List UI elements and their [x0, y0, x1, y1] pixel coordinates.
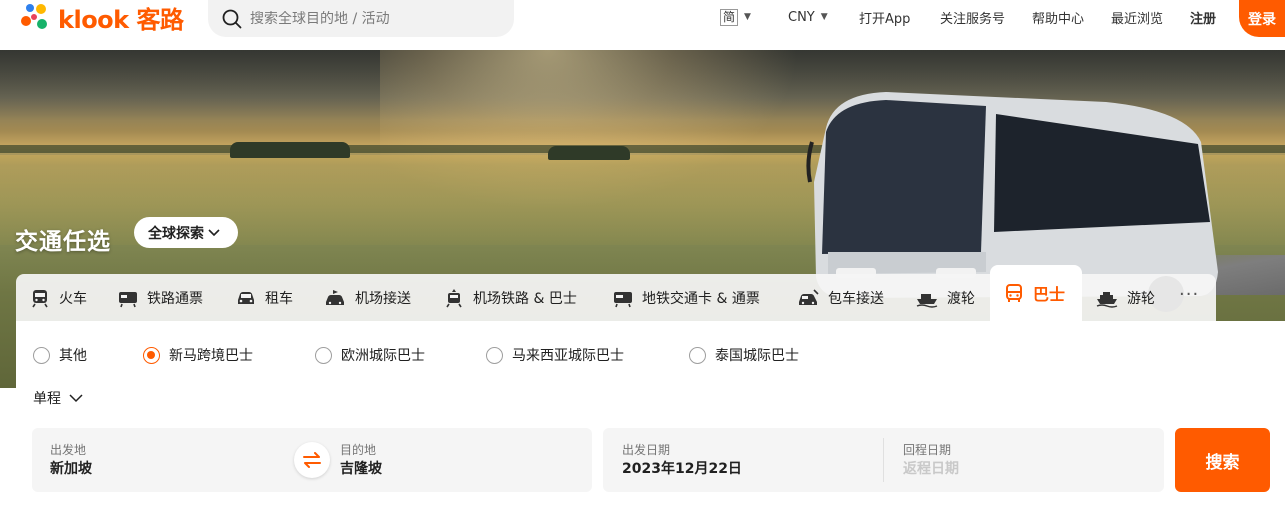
tab-rail-pass[interactable]: 铁路通票: [118, 274, 203, 321]
global-explore-button[interactable]: 全球探索: [134, 217, 238, 248]
car-rental-icon: [238, 291, 254, 304]
currency-label: CNY: [788, 9, 815, 25]
chevron-down-icon: ▼: [744, 12, 751, 22]
klook-logo[interactable]: klook 客路: [14, 0, 184, 34]
top-header: klook 客路 简 ▼ CNY ▼ 打开App 关注服务号 帮助中心 最近浏览…: [0, 0, 1285, 50]
tab-metro-card[interactable]: 地铁交通卡 & 通票: [613, 274, 760, 321]
bus-icon: [1006, 284, 1022, 302]
destination-label: 目的地: [340, 443, 377, 457]
radio-button[interactable]: [486, 346, 503, 364]
tab-ferry[interactable]: 渡轮: [916, 274, 975, 321]
transport-tabs: 火车 铁路通票 租车 机场接送 机场铁路 & 巴士 地铁交通卡 & 通票 包车接…: [16, 265, 1216, 321]
radio-button[interactable]: [689, 346, 706, 364]
search-input[interactable]: [250, 10, 490, 27]
language-label: 简: [720, 8, 739, 26]
hero-treeline: [230, 142, 350, 158]
tab-label: 地铁交通卡 & 通票: [642, 290, 760, 307]
tab-bus[interactable]: 巴士: [990, 265, 1082, 321]
destination-field[interactable]: 目的地 吉隆坡: [340, 442, 570, 478]
hero-title: 交通任选: [15, 229, 111, 255]
return-date-placeholder: 返程日期: [903, 461, 959, 477]
search-icon: [222, 9, 242, 28]
tab-label: 巴士: [1033, 285, 1066, 304]
klook-logo-icon: [21, 4, 47, 29]
tab-label: 渡轮: [947, 290, 975, 307]
currency-selector[interactable]: CNY ▼: [788, 0, 828, 34]
hero-treeline: [548, 146, 630, 160]
tab-label: 游轮: [1127, 290, 1155, 307]
language-selector[interactable]: 简 ▼: [720, 0, 751, 34]
return-date-field[interactable]: 回程日期 返程日期: [903, 442, 1143, 478]
metro-card-icon: [614, 291, 632, 307]
bus-type-sg-my[interactable]: 新马跨境巴士: [143, 346, 253, 364]
tab-label: 机场接送: [355, 290, 411, 307]
departure-field[interactable]: 出发地 新加坡: [50, 442, 270, 478]
bus-type-thailand[interactable]: 泰国城际巴士: [689, 346, 799, 364]
tab-label: 包车接送: [828, 290, 884, 307]
chevron-down-icon: [208, 228, 220, 236]
trip-type-dropdown[interactable]: 单程: [33, 388, 83, 408]
radio-label: 马来西亚城际巴士: [512, 348, 624, 364]
tab-private-car[interactable]: 包车接送: [797, 274, 884, 321]
radio-label: 欧洲城际巴士: [341, 348, 425, 364]
chevron-down-icon: [69, 393, 83, 402]
global-explore-label: 全球探索: [148, 225, 204, 242]
date-divider: [883, 438, 884, 482]
login-button[interactable]: 登录: [1239, 0, 1285, 37]
radio-label: 新马跨境巴士: [169, 348, 253, 364]
logo-text: klook 客路: [58, 5, 184, 34]
rail-pass-icon: [119, 291, 137, 307]
search-button[interactable]: 搜索: [1175, 428, 1270, 492]
bus-type-malaysia[interactable]: 马来西亚城际巴士: [486, 346, 624, 364]
follow-service-link[interactable]: 关注服务号: [940, 0, 1005, 34]
private-car-icon: [799, 288, 819, 305]
open-app-link[interactable]: 打开App: [859, 0, 910, 34]
tab-airport-transfer[interactable]: 机场接送: [324, 274, 411, 321]
radio-label: 其他: [59, 348, 87, 364]
help-center-link[interactable]: 帮助中心: [1032, 0, 1084, 34]
tab-label: 机场铁路 & 巴士: [473, 290, 577, 307]
trip-type-label: 单程: [33, 391, 61, 407]
airport-rail-icon: [446, 288, 462, 307]
tab-airport-rail-bus[interactable]: 机场铁路 & 巴士: [444, 274, 577, 321]
tab-label: 租车: [265, 290, 293, 307]
swap-locations-button[interactable]: [294, 442, 330, 478]
departure-label: 出发地: [50, 443, 87, 457]
register-link[interactable]: 注册: [1190, 0, 1216, 34]
radio-label: 泰国城际巴士: [715, 348, 799, 364]
tab-car-rental[interactable]: 租车: [236, 274, 293, 321]
departure-value: 新加坡: [50, 461, 92, 477]
bus-type-europe[interactable]: 欧洲城际巴士: [315, 346, 425, 364]
destination-value: 吉隆坡: [340, 461, 382, 477]
tab-label: 火车: [59, 290, 87, 307]
depart-date-field[interactable]: 出发日期 2023年12月22日: [622, 442, 862, 478]
radio-button[interactable]: [33, 346, 50, 364]
return-date-label: 回程日期: [903, 443, 952, 457]
radio-button-selected[interactable]: [143, 346, 160, 364]
recently-viewed-link[interactable]: 最近浏览: [1111, 0, 1163, 34]
radio-button[interactable]: [315, 346, 332, 364]
bus-type-other[interactable]: 其他: [33, 346, 87, 364]
ferry-icon: [916, 293, 938, 308]
more-tabs-button[interactable]: ···: [1179, 284, 1199, 305]
cruise-icon: [1096, 291, 1118, 308]
chevron-down-icon: ▼: [820, 12, 828, 22]
train-icon: [32, 289, 48, 307]
tab-cruise[interactable]: 游轮: [1096, 274, 1155, 321]
airport-transfer-icon: [326, 289, 344, 305]
tab-label: 铁路通票: [147, 290, 203, 307]
depart-date-label: 出发日期: [622, 443, 671, 457]
depart-date-value: 2023年12月22日: [622, 461, 742, 477]
swap-icon: [303, 452, 321, 468]
search-bar[interactable]: [208, 0, 514, 37]
tab-train[interactable]: 火车: [30, 274, 87, 321]
